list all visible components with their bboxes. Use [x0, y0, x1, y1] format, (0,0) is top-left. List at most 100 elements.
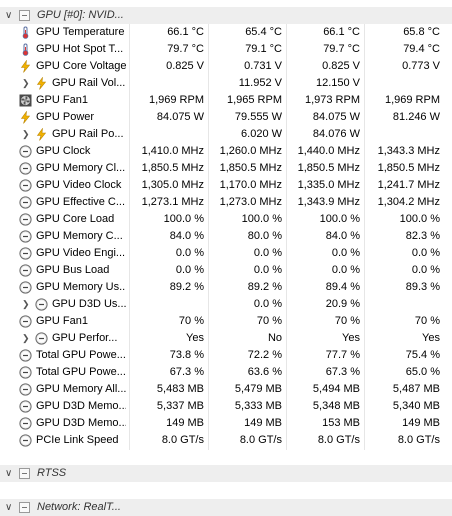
sensor-label: GPU Hot Spot T... — [36, 43, 124, 55]
expand-chevron-icon[interactable]: ❯ — [22, 126, 30, 143]
clock-icon — [19, 145, 32, 158]
sensor-value-current — [130, 126, 204, 143]
sensor-label: GPU Video Clock — [36, 179, 122, 191]
sensor-row[interactable]: GPU Power 84.075 W 79.555 W 84.075 W 81.246 … — [0, 109, 452, 126]
sensor-value-maximum: 12.150 V — [315, 77, 360, 89]
collapse-chevron-icon[interactable]: ∨ — [5, 465, 12, 482]
sensor-row[interactable]: GPU Temperature 66.1 °C 65.4 °C 66.1 °C 65.8… — [0, 24, 452, 41]
sensor-row[interactable]: GPU Video Clock 1,305.0 MHz 1,170.0 MHz 1,3… — [0, 177, 452, 194]
sensor-value-maximum: 1,973 RPM — [304, 94, 360, 106]
sensor-value-maximum: 79.7 °C — [323, 43, 360, 55]
sensor-row[interactable]: GPU Core Load 100.0 % 100.0 % 100.0 % 100.0 … — [0, 211, 452, 228]
collapse-chevron-icon[interactable]: ∨ — [5, 7, 12, 24]
sensor-value-maximum: 5,348 MB — [312, 400, 360, 412]
group-header-gpu[interactable]: ∨ GPU [#0]: NVID... — [0, 7, 452, 24]
sensor-value-minimum: 1,965 RPM — [226, 94, 282, 106]
sensor-row[interactable]: PCIe Link Speed 8.0 GT/s 8.0 GT/s 8.0 GT/s 8… — [0, 432, 452, 449]
sensor-value-maximum: Yes — [342, 332, 360, 344]
sensor-value-average: 1,850.5 MHz — [377, 162, 440, 174]
sensor-value-maximum: 1,335.0 MHz — [297, 179, 360, 191]
sensor-value-minimum: No — [267, 332, 282, 344]
gauge-icon — [19, 366, 32, 379]
sensor-label: GPU Core Load — [36, 213, 115, 225]
sensor-value-average: 81.246 W — [392, 111, 440, 123]
sensor-value-minimum: 1,260.0 MHz — [219, 145, 282, 157]
sensor-value-maximum: 0.825 V — [322, 60, 360, 72]
sensor-value-average: 5,487 MB — [392, 383, 440, 395]
sensor-value-current: 1,850.5 MHz — [141, 162, 204, 174]
sensor-value-minimum: 8.0 GT/s — [239, 434, 282, 446]
group-title: RTSS — [37, 467, 67, 479]
sensor-row[interactable]: ❯ GPU D3D Us... 0.0 % 20.9 % — [0, 296, 452, 313]
sensor-value-current: 100.0 % — [163, 213, 204, 225]
sensor-value-average: 89.3 % — [405, 281, 440, 293]
gauge-icon — [19, 383, 32, 396]
sensor-value-current: 89.2 % — [169, 281, 204, 293]
sensor-row[interactable]: GPU Memory All... 5,483 MB 5,479 MB 5,494 M… — [0, 381, 452, 398]
sensor-row[interactable]: GPU Video Engi... 0.0 % 0.0 % 0.0 % 0.0 % — [0, 245, 452, 262]
sensor-row[interactable]: GPU Fan1 70 % 70 % 70 % 70 % — [0, 313, 452, 330]
group-header-network[interactable]: ∨ Network: RealT... — [0, 499, 452, 516]
sensor-row[interactable]: ❯ GPU Rail Vol... 11.952 V 12.150 V — [0, 75, 452, 92]
sensor-value-minimum: 1,273.0 MHz — [219, 196, 282, 208]
sensor-value-average — [365, 75, 440, 92]
gauge-icon — [19, 281, 32, 294]
sensor-value-maximum: 84.075 W — [312, 111, 360, 123]
sensor-value-average — [365, 126, 440, 143]
sensor-value-average: 100.0 % — [399, 213, 440, 225]
expand-chevron-icon[interactable]: ❯ — [22, 75, 30, 92]
sensor-value-current: 5,337 MB — [156, 400, 204, 412]
sensor-value-minimum: 79.1 °C — [245, 43, 282, 55]
sensor-value-maximum: 70 % — [334, 315, 360, 327]
sensor-label: GPU Clock — [36, 145, 91, 157]
sensor-label: GPU Memory Us... — [36, 281, 126, 293]
sensor-label: GPU D3D Us... — [52, 298, 126, 310]
sensor-row[interactable]: GPU Bus Load 0.0 % 0.0 % 0.0 % 0.0 % — [0, 262, 452, 279]
sensor-row[interactable]: Total GPU Powe... 67.3 % 63.6 % 67.3 % 65.0 … — [0, 364, 452, 381]
sensor-value-average — [365, 296, 440, 313]
sensor-value-minimum: 6.020 W — [241, 128, 282, 140]
gauge-icon — [35, 332, 48, 345]
fan-icon — [19, 94, 32, 107]
sensor-value-average: 8.0 GT/s — [397, 434, 440, 446]
sensor-value-maximum: 89.4 % — [325, 281, 360, 293]
sensor-row[interactable]: GPU D3D Memo... 149 MB 149 MB 153 MB 149 MB — [0, 415, 452, 432]
sensor-label: GPU Memory C... — [36, 230, 123, 242]
sensor-row[interactable]: GPU Clock 1,410.0 MHz 1,260.0 MHz 1,440.0 M… — [0, 143, 452, 160]
sensor-value-minimum: 0.731 V — [244, 60, 282, 72]
sensor-row[interactable]: GPU Memory Cl... 1,850.5 MHz 1,850.5 MHz 1,… — [0, 160, 452, 177]
group-header-rtss[interactable]: ∨ RTSS — [0, 465, 452, 482]
sensor-row[interactable]: GPU Effective C... 1,273.1 MHz 1,273.0 MHz… — [0, 194, 452, 211]
sensor-value-minimum: 89.2 % — [247, 281, 282, 293]
sensor-row[interactable]: GPU D3D Memo... 5,337 MB 5,333 MB 5,348 MB 5… — [0, 398, 452, 415]
sensor-value-current: 5,483 MB — [156, 383, 204, 395]
sensor-row[interactable]: GPU Memory C... 84.0 % 80.0 % 84.0 % 82.3 % — [0, 228, 452, 245]
sensor-row[interactable]: GPU Memory Us... 89.2 % 89.2 % 89.4 % 89.3 % — [0, 279, 452, 296]
sensor-label: GPU Temperature — [36, 26, 125, 38]
sensor-value-average: 79.4 °C — [403, 43, 440, 55]
sensor-value-maximum: 66.1 °C — [323, 26, 360, 38]
sensor-value-minimum: 1,170.0 MHz — [219, 179, 282, 191]
thermometer-icon — [19, 43, 32, 56]
gauge-icon — [19, 315, 32, 328]
sensor-value-maximum: 0.0 % — [331, 264, 360, 276]
sensor-label: GPU Fan1 — [36, 315, 88, 327]
sensor-value-average: 0.773 V — [402, 60, 440, 72]
gauge-icon — [19, 230, 32, 243]
clock-icon — [19, 196, 32, 209]
expand-chevron-icon[interactable]: ❯ — [22, 330, 30, 347]
thermometer-icon — [19, 26, 32, 39]
sensor-row[interactable]: GPU Core Voltage 0.825 V 0.731 V 0.825 V 0.7… — [0, 58, 452, 75]
sensor-value-minimum: 5,333 MB — [234, 400, 282, 412]
sensor-value-minimum: 100.0 % — [241, 213, 282, 225]
sensor-row[interactable]: GPU Hot Spot T... 79.7 °C 79.1 °C 79.7 °C 79… — [0, 41, 452, 58]
sensor-row[interactable]: ❯ GPU Rail Po... 6.020 W 84.076 W — [0, 126, 452, 143]
expand-chevron-icon[interactable]: ❯ — [22, 296, 30, 313]
gauge-icon — [19, 247, 32, 260]
sensor-label: Total GPU Powe... — [36, 366, 126, 378]
gauge-icon — [19, 417, 32, 430]
collapse-chevron-icon[interactable]: ∨ — [5, 499, 12, 516]
sensor-row[interactable]: ❯ GPU Perfor... Yes No Yes Yes — [0, 330, 452, 347]
sensor-row[interactable]: Total GPU Powe... 73.8 % 72.2 % 77.7 % 75.4 … — [0, 347, 452, 364]
sensor-row[interactable]: GPU Fan1 1,969 RPM 1,965 RPM 1,973 RPM 1,969… — [0, 92, 452, 109]
